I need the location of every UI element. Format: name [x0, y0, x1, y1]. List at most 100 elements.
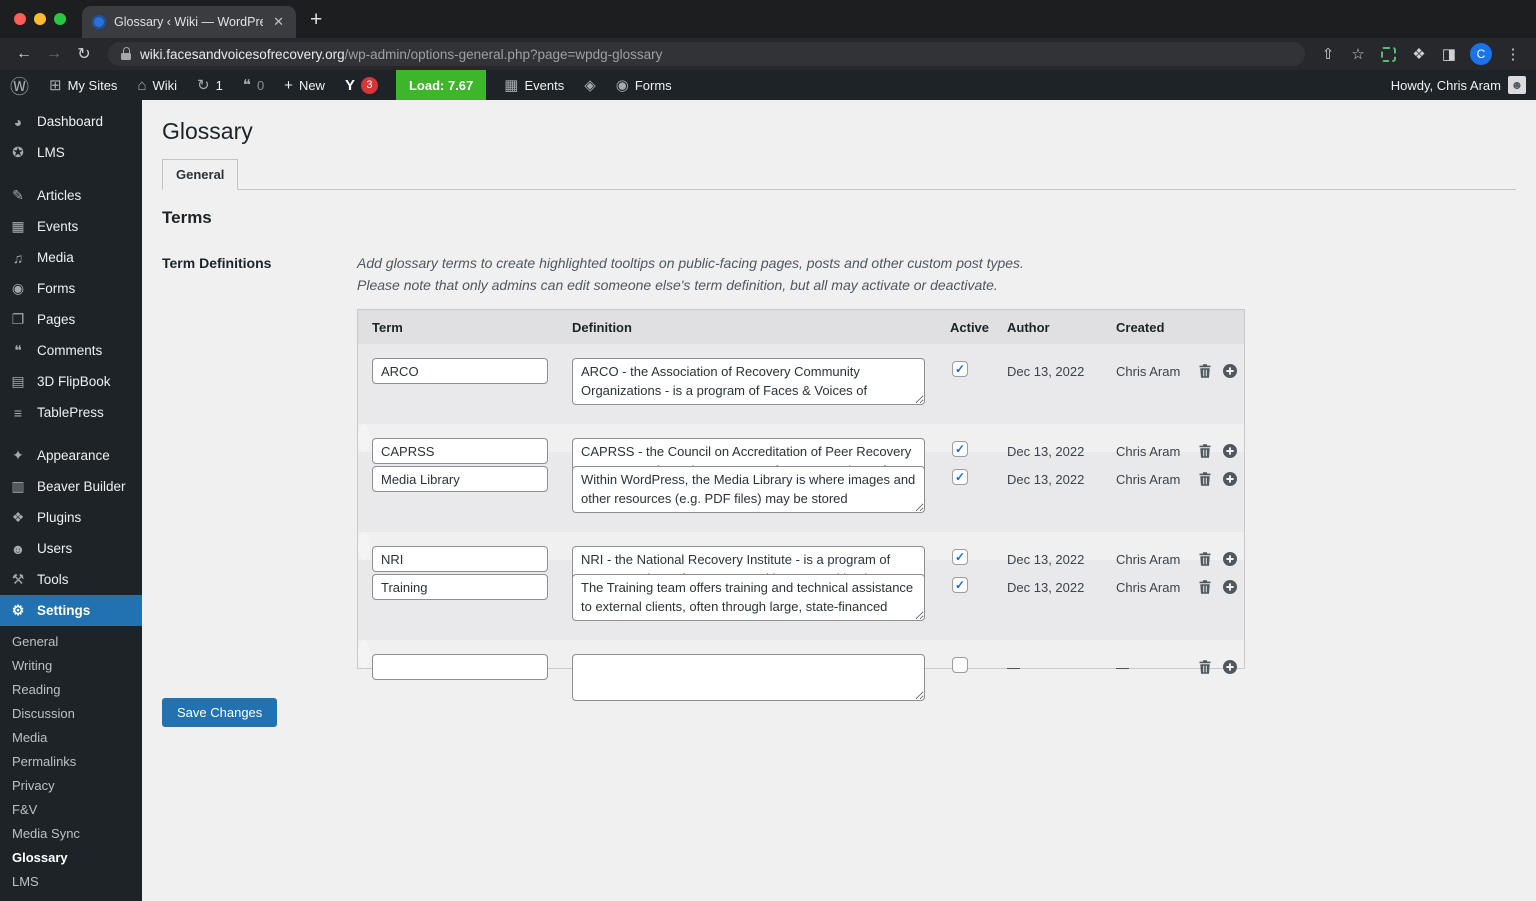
add-row-icon[interactable] — [1222, 659, 1238, 675]
submenu-item-lms[interactable]: LMS — [0, 870, 142, 894]
definition-textarea[interactable] — [572, 654, 925, 701]
comments-menu[interactable]: ❝ 0 — [233, 70, 274, 100]
appearance-icon: ✦ — [12, 447, 24, 463]
forms-menu[interactable]: ◉ Forms — [606, 70, 682, 100]
row-created-cell: Chris Aram — [1116, 364, 1181, 379]
back-icon[interactable]: ← — [10, 45, 38, 63]
submenu-item-general[interactable]: General — [0, 630, 142, 654]
my-sites-menu[interactable]: ⊞ My Sites — [39, 70, 127, 100]
add-row-icon[interactable] — [1222, 579, 1238, 595]
sidebar-item-beaver-builder[interactable]: ▥ Beaver Builder — [0, 471, 142, 502]
definition-textarea[interactable]: ARCO - the Association of Recovery Commu… — [572, 358, 925, 405]
sidebar-item-label: Users — [37, 541, 73, 556]
wp-logo-menu[interactable]: Ⓦ — [0, 70, 39, 100]
submenu-item-reading[interactable]: Reading — [0, 678, 142, 702]
tools-icon: ⚒ — [11, 571, 25, 587]
browser-profile-avatar[interactable]: C — [1470, 43, 1492, 65]
submenu-item-media-sync[interactable]: Media Sync — [0, 822, 142, 846]
active-checkbox[interactable]: ✓ — [952, 577, 968, 593]
sidebar-item-appearance[interactable]: ✦ Appearance — [0, 440, 142, 471]
table-row: — — — [358, 640, 1237, 701]
term-input[interactable] — [372, 654, 548, 680]
extensions-puzzle-icon[interactable]: ❖ — [1406, 45, 1432, 63]
delete-row-icon[interactable] — [1197, 579, 1213, 595]
submenu-item-media[interactable]: Media — [0, 726, 142, 750]
submenu-item-permalinks[interactable]: Permalinks — [0, 750, 142, 774]
add-row-icon[interactable] — [1222, 551, 1238, 567]
row-created-cell: Chris Aram — [1116, 580, 1181, 595]
forward-icon[interactable]: → — [40, 45, 68, 63]
browser-tab[interactable]: Glossary ‹ Wiki — WordPress ✕ — [82, 6, 296, 38]
description-line-2: Please note that only admins can edit so… — [357, 277, 998, 293]
close-window-button[interactable] — [14, 13, 26, 25]
sidebar-item-3d-flipbook[interactable]: ▤ 3D FlipBook — [0, 366, 142, 397]
zoom-window-button[interactable] — [54, 13, 66, 25]
comments-bubble-icon: ❝ — [242, 77, 251, 94]
term-input[interactable] — [372, 358, 548, 384]
site-name-menu[interactable]: ⌂ Wiki — [127, 70, 187, 100]
active-checkbox[interactable] — [952, 657, 968, 673]
add-row-icon[interactable] — [1222, 443, 1238, 459]
sidebar-item-events[interactable]: ▦ Events — [0, 211, 142, 242]
definition-textarea[interactable]: Within WordPress, the Media Library is w… — [572, 466, 925, 513]
events-menu[interactable]: ▦ Events — [494, 70, 574, 100]
address-bar[interactable]: wiki.facesandvoicesofrecovery.org/wp-adm… — [108, 42, 1305, 66]
delete-row-icon[interactable] — [1197, 551, 1213, 567]
reload-icon[interactable]: ↻ — [70, 44, 98, 64]
delete-row-icon[interactable] — [1197, 363, 1213, 379]
delete-row-icon[interactable] — [1197, 443, 1213, 459]
sidebar-item-plugins[interactable]: ❖ Plugins — [0, 502, 142, 533]
delete-row-icon[interactable] — [1197, 659, 1213, 675]
minimize-window-button[interactable] — [34, 13, 46, 25]
delete-row-icon[interactable] — [1197, 471, 1213, 487]
sidebar-item-dashboard[interactable]: ◕ Dashboard — [0, 106, 142, 137]
side-panel-icon[interactable]: ◨ — [1436, 45, 1462, 63]
table-header-row: Term Definition Active Author Created — [358, 310, 1244, 344]
term-input[interactable] — [372, 466, 548, 492]
sidebar-item-settings[interactable]: ⚙ Settings — [0, 595, 142, 626]
active-checkbox[interactable]: ✓ — [952, 361, 968, 377]
definition-textarea[interactable]: The Training team offers training and te… — [572, 574, 925, 621]
beaver-builder-menu[interactable]: ◈ — [574, 70, 606, 100]
new-content-menu[interactable]: + New — [274, 70, 335, 100]
tab-general[interactable]: General — [162, 159, 239, 190]
sidebar-item-forms[interactable]: ◉ Forms — [0, 273, 142, 304]
lock-icon[interactable] — [121, 47, 132, 61]
term-input[interactable] — [372, 546, 548, 572]
submenu-item-f-v[interactable]: F&V — [0, 798, 142, 822]
tab-close-icon[interactable]: ✕ — [271, 14, 286, 30]
screenshot-extension-icon[interactable] — [1381, 46, 1396, 62]
sidebar-item-users[interactable]: ☻ Users — [0, 533, 142, 564]
sidebar-item-tablepress[interactable]: ≡ TablePress — [0, 397, 142, 428]
new-tab-button[interactable]: + — [296, 9, 336, 30]
submenu-item-glossary[interactable]: Glossary — [0, 846, 142, 870]
account-menu[interactable]: Howdy, Chris Aram ☻ — [1381, 76, 1536, 94]
sidebar-item-tools[interactable]: ⚒ Tools — [0, 564, 142, 595]
add-row-icon[interactable] — [1222, 363, 1238, 379]
sidebar-item-comments[interactable]: ❝ Comments — [0, 335, 142, 366]
sidebar-item-pages[interactable]: ❐ Pages — [0, 304, 142, 335]
comments-count: 0 — [256, 77, 265, 93]
submenu-item-discussion[interactable]: Discussion — [0, 702, 142, 726]
sidebar-item-media[interactable]: ♫ Media — [0, 242, 142, 273]
server-load-badge[interactable]: Load: 7.67 — [395, 70, 487, 100]
add-row-icon[interactable] — [1222, 471, 1238, 487]
howdy-text: Howdy, Chris Aram — [1390, 77, 1501, 93]
active-checkbox[interactable]: ✓ — [952, 549, 968, 565]
submenu-item-writing[interactable]: Writing — [0, 654, 142, 678]
share-icon[interactable]: ⇧ — [1315, 45, 1341, 63]
save-changes-button[interactable]: Save Changes — [162, 698, 278, 727]
active-checkbox[interactable]: ✓ — [952, 441, 968, 457]
yoast-menu[interactable]: Y3 — [335, 70, 388, 100]
my-sites-icon: ⊞ — [49, 77, 62, 94]
active-checkbox[interactable]: ✓ — [952, 469, 968, 485]
term-input[interactable] — [372, 438, 548, 464]
updates-menu[interactable]: ↻ 1 — [187, 70, 233, 100]
browser-menu-icon[interactable]: ⋮ — [1500, 45, 1526, 63]
submenu-item-privacy[interactable]: Privacy — [0, 774, 142, 798]
bookmark-star-icon[interactable]: ☆ — [1345, 45, 1371, 63]
sidebar-item-label: Appearance — [37, 448, 110, 463]
term-input[interactable] — [372, 574, 548, 600]
sidebar-item-lms[interactable]: ✪ LMS — [0, 137, 142, 168]
sidebar-item-articles[interactable]: ✎ Articles — [0, 180, 142, 211]
